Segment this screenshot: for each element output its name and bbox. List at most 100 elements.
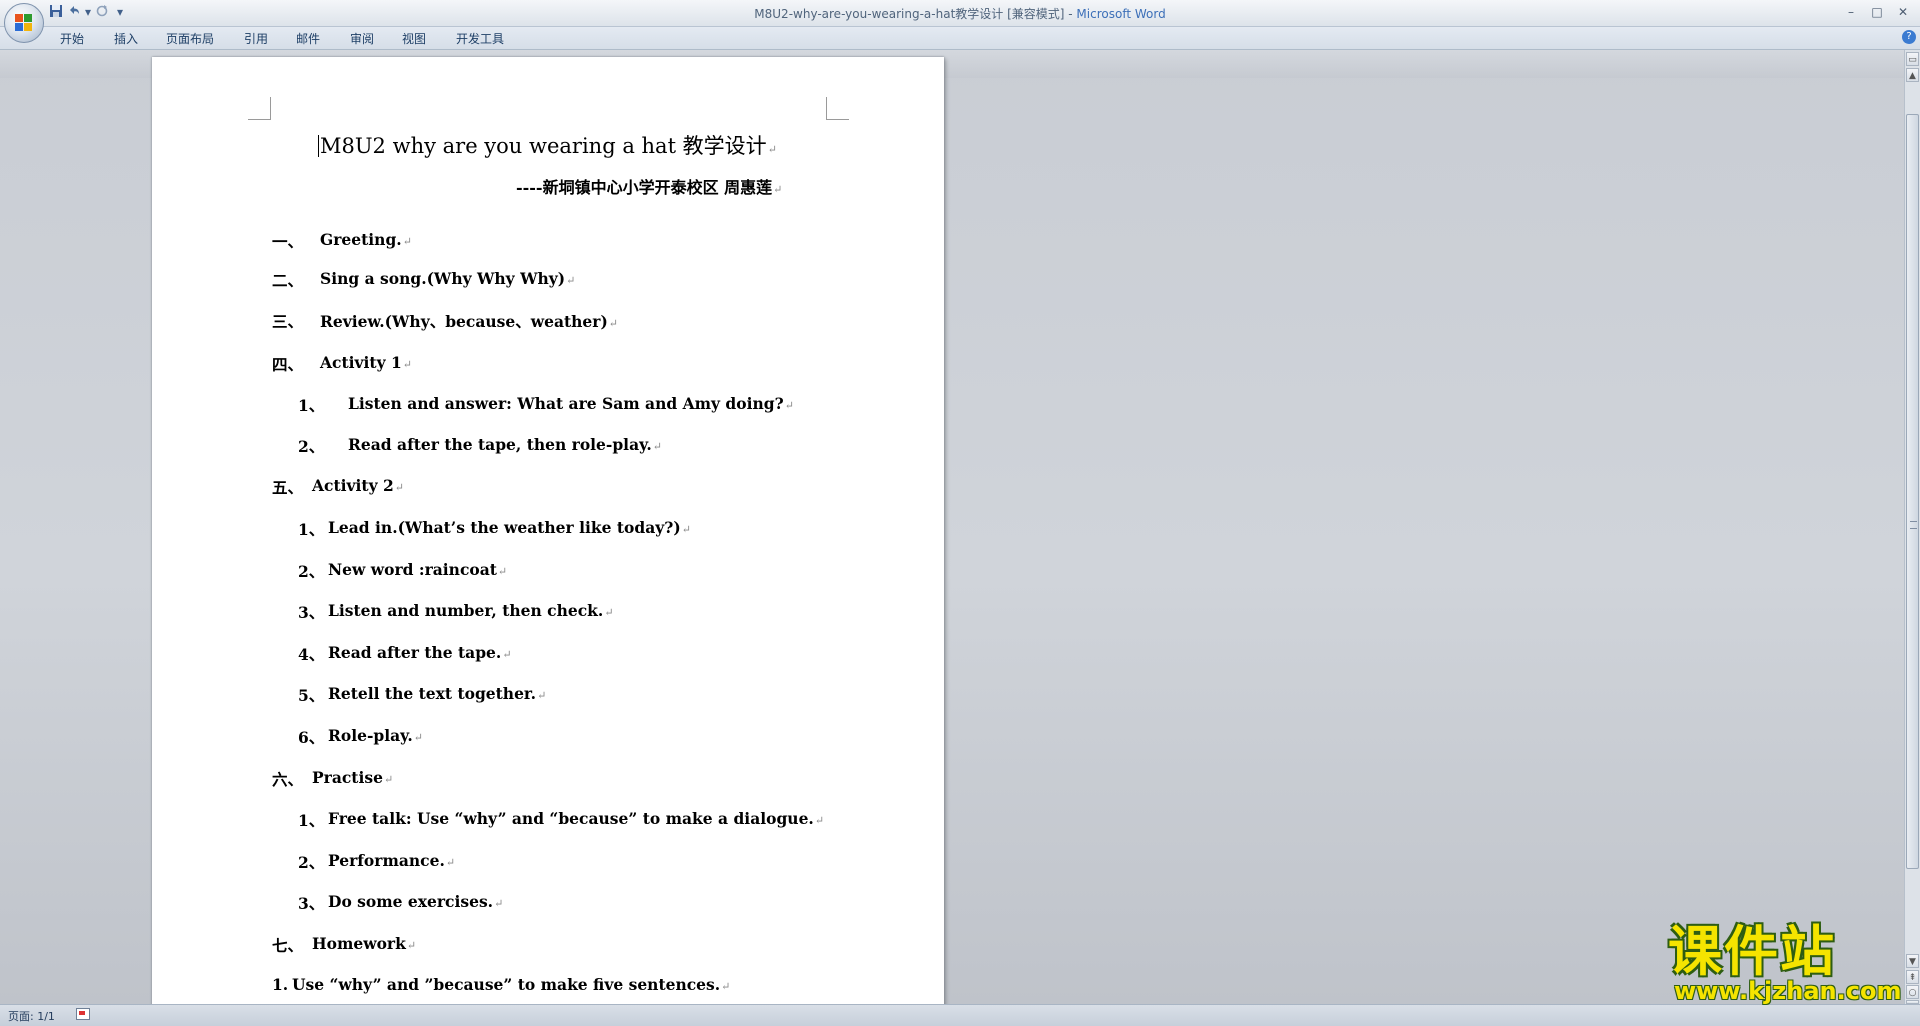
paragraph-mark: ↵ — [814, 814, 825, 827]
paragraph-mark: ↵ — [406, 939, 417, 952]
tab-references[interactable]: 引用 — [244, 30, 268, 47]
outline-item-number: 2、 — [298, 562, 325, 581]
outline-item-number: 1、 — [298, 520, 325, 539]
outline-item[interactable]: 1、 Listen and answer: What are Sam and Am… — [152, 394, 944, 418]
watermark: 课件站 www.kjzhan.com — [1668, 922, 1904, 1006]
outline-item-text: Read after the tape. — [328, 643, 502, 662]
outline-item[interactable]: 3、 Do some exercises.↵ — [152, 892, 944, 916]
help-icon[interactable]: ? — [1902, 30, 1916, 44]
outline-item-body: Listen and number, then check.↵ — [328, 601, 614, 620]
outline-item[interactable]: 一、 Greeting.↵ — [152, 230, 944, 254]
outline-item-body: Use “why” and ”because” to make five sen… — [292, 975, 730, 994]
close-button[interactable]: ✕ — [1890, 2, 1916, 22]
outline-item-text: Homework — [312, 934, 406, 953]
previous-page-button[interactable]: ⇞ — [1906, 970, 1919, 984]
document-subtitle[interactable]: ----新垌镇中心小学开泰校区 周惠莲↵ — [516, 174, 782, 198]
text-cursor — [318, 135, 319, 157]
title-bar: ▾ ▾ M8U2-why-are-you-wearing-a-hat教学设计 [… — [0, 0, 1920, 43]
outline-item[interactable]: 六、 Practise↵ — [152, 768, 944, 792]
tab-view[interactable]: 视图 — [402, 30, 426, 47]
office-button[interactable] — [4, 3, 44, 43]
outline-item-body: Read after the tape, then role-play.↵ — [348, 435, 662, 454]
proofing-status-icon[interactable] — [76, 1008, 90, 1020]
outline-item-text: Role-play. — [328, 726, 413, 745]
outline-item-text: Use “why” and ”because” to make five sen… — [292, 975, 721, 994]
document-workspace: M8U2 why are you wearing a hat 教学设计↵ ---… — [0, 50, 1904, 1017]
outline-item[interactable]: 4、 Read after the tape.↵ — [152, 643, 944, 667]
paragraph-mark: ↵ — [652, 440, 662, 453]
paragraph-mark: ↵ — [402, 235, 412, 248]
outline-item[interactable]: 二、 Sing a song.(Why Why Why)↵ — [152, 269, 944, 293]
outline-item-number: 3、 — [298, 894, 325, 913]
outline-item-number: 4、 — [298, 645, 325, 664]
outline-item[interactable]: 1、 Lead in.(What’s the weather like today… — [152, 518, 944, 542]
outline-item[interactable]: 五、 Activity 2↵ — [152, 476, 944, 500]
minimize-button[interactable]: – — [1838, 2, 1864, 22]
outline-item[interactable]: 6、 Role-play.↵ — [152, 726, 944, 750]
outline-item[interactable]: 七、 Homework↵ — [152, 934, 944, 958]
tab-home[interactable]: 开始 — [60, 30, 84, 47]
outline-item-text: Listen and answer: What are Sam and Amy … — [348, 394, 784, 413]
tab-page-layout[interactable]: 页面布局 — [166, 30, 214, 47]
outline-item-text: Listen and number, then check. — [328, 601, 604, 620]
outline-item[interactable]: 1、 Free talk: Use “why” and “because” to … — [152, 809, 944, 833]
paragraph-mark: ↵ — [721, 980, 731, 993]
tab-mailings[interactable]: 邮件 — [296, 30, 320, 47]
select-browse-object-button[interactable]: ○ — [1906, 985, 1919, 999]
outline-item-body: Performance.↵ — [328, 851, 455, 870]
outline-item-body: Activity 1↵ — [320, 353, 412, 372]
paragraph-mark: ↵ — [681, 523, 691, 536]
ruler-toggle-icon[interactable]: ▭ — [1906, 52, 1919, 66]
outline-item-number: 二、 — [272, 271, 304, 290]
status-bar: 页面: 1/1 — [0, 1004, 1920, 1026]
scroll-thumb[interactable] — [1906, 114, 1919, 869]
outline-item[interactable]: 四、 Activity 1↵ — [152, 353, 944, 377]
outline-item-body: Read after the tape.↵ — [328, 643, 512, 662]
maximize-button[interactable]: □ — [1864, 2, 1890, 22]
outline-item[interactable]: 2、 New word :raincoat↵ — [152, 560, 944, 584]
tab-developer[interactable]: 开发工具 — [456, 30, 504, 47]
outline-item[interactable]: 2、 Performance.↵ — [152, 851, 944, 875]
margin-corner-top-right — [826, 97, 849, 120]
outline-item[interactable]: 5、 Retell the text together.↵ — [152, 684, 944, 708]
paragraph-mark: ↵ — [413, 731, 424, 744]
paragraph-mark: ↵ — [383, 773, 394, 786]
outline-item-body: Listen and answer: What are Sam and Amy … — [348, 394, 794, 413]
window-title: M8U2-why-are-you-wearing-a-hat教学设计 [兼容模式… — [0, 5, 1920, 22]
outline-item-number: 1、 — [298, 811, 325, 830]
outline-item[interactable]: 三、 Review.(Why、because、weather)↵ — [152, 310, 944, 334]
watermark-url: www.kjzhan.com — [1674, 977, 1902, 1005]
outline-item-text: Free talk: Use “why” and “because” to ma… — [328, 809, 814, 828]
outline-item-number: 一、 — [272, 232, 304, 251]
outline-item-text: Read after the tape, then role-play. — [348, 435, 652, 454]
tab-review[interactable]: 审阅 — [350, 30, 374, 47]
outline-item-text: Greeting. — [320, 230, 402, 249]
outline-item-body: Homework↵ — [312, 934, 416, 953]
outline-item-text: Performance. — [328, 851, 445, 870]
paragraph-mark: ↵ — [402, 358, 412, 371]
outline-item-body: Greeting.↵ — [320, 230, 412, 249]
scroll-up-button[interactable]: ▲ — [1906, 68, 1919, 82]
outline-item[interactable]: 2、 Read after the tape, then role-play.↵ — [152, 435, 944, 459]
outline-item-number: 七、 — [272, 936, 304, 955]
outline-item-number: 六、 — [272, 770, 304, 789]
outline-item-text: Sing a song.(Why Why Why) — [320, 269, 566, 288]
outline-item-body: Sing a song.(Why Why Why)↵ — [320, 269, 575, 288]
paragraph-mark: ↵ — [767, 143, 777, 156]
tab-insert[interactable]: 插入 — [114, 30, 138, 47]
document-page[interactable]: M8U2 why are you wearing a hat 教学设计↵ ---… — [152, 57, 944, 1017]
outline-item[interactable]: 1. Use “why” and ”because” to make five s… — [152, 975, 944, 999]
status-page-count[interactable]: 页面: 1/1 — [8, 1008, 55, 1024]
paragraph-mark: ↵ — [537, 689, 547, 702]
scroll-down-button[interactable]: ▼ — [1906, 954, 1919, 968]
vertical-scrollbar[interactable]: ▭ ▲ ▼ ⇞ ○ — [1904, 50, 1920, 1004]
outline-item-number: 2、 — [298, 437, 325, 456]
document-subtitle-text: ----新垌镇中心小学开泰校区 周惠莲 — [516, 178, 773, 197]
outline-item-text: Do some exercises. — [328, 892, 494, 911]
paragraph-mark: ↵ — [445, 856, 456, 869]
outline-item-body: Role-play.↵ — [328, 726, 423, 745]
outline-item[interactable]: 3、 Listen and number, then check.↵ — [152, 601, 944, 625]
outline-item-number: 四、 — [272, 355, 304, 374]
document-title[interactable]: M8U2 why are you wearing a hat 教学设计↵ — [318, 130, 777, 160]
outline-item-number: 三、 — [272, 312, 304, 331]
